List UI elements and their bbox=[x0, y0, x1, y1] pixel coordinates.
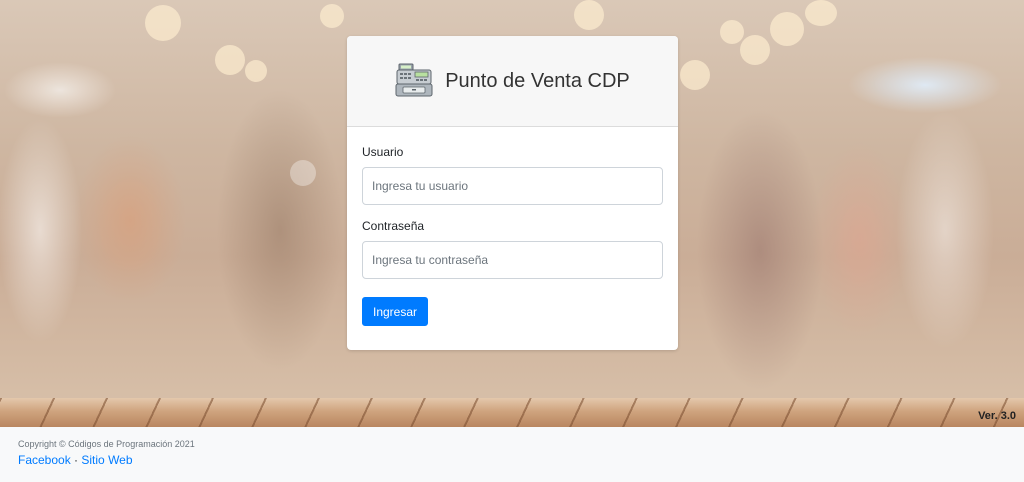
background-bokeh bbox=[770, 12, 804, 46]
username-label: Usuario bbox=[362, 145, 404, 159]
background-bokeh bbox=[574, 0, 604, 30]
wooden-floor bbox=[0, 398, 1024, 427]
password-group: Contraseña bbox=[362, 219, 663, 279]
background-bokeh bbox=[680, 60, 710, 90]
page-footer: Copyright © Códigos de Programación 2021… bbox=[0, 427, 1024, 482]
password-label: Contraseña bbox=[362, 219, 425, 233]
login-card-header: Punto de Venta CDP bbox=[347, 36, 678, 127]
background-bokeh bbox=[740, 35, 770, 65]
login-button[interactable]: Ingresar bbox=[362, 297, 429, 326]
background-bokeh bbox=[320, 4, 344, 28]
password-input[interactable] bbox=[362, 241, 663, 279]
background-bokeh bbox=[720, 20, 744, 44]
username-group: Usuario bbox=[362, 145, 663, 205]
login-card: Punto de Venta CDP Usuario Contraseña In… bbox=[347, 36, 678, 350]
version-label: Ver. 3.0 bbox=[978, 410, 1016, 422]
footer-links: Facebook · Sitio Web bbox=[18, 453, 1006, 467]
link-separator: · bbox=[74, 453, 79, 467]
background-bokeh bbox=[245, 60, 267, 82]
username-input[interactable] bbox=[362, 167, 663, 205]
cash-register-icon bbox=[395, 62, 433, 100]
copyright-text: Copyright © Códigos de Programación 2021 bbox=[18, 439, 195, 449]
background-bokeh bbox=[805, 0, 837, 26]
login-form: Usuario Contraseña Ingresar bbox=[347, 127, 678, 326]
website-link[interactable]: Sitio Web bbox=[81, 453, 132, 467]
facebook-link[interactable]: Facebook bbox=[18, 453, 71, 467]
background-bokeh bbox=[290, 160, 316, 186]
background-bokeh bbox=[215, 45, 245, 75]
background-bokeh bbox=[145, 5, 181, 41]
app-title: Punto de Venta CDP bbox=[445, 69, 630, 92]
